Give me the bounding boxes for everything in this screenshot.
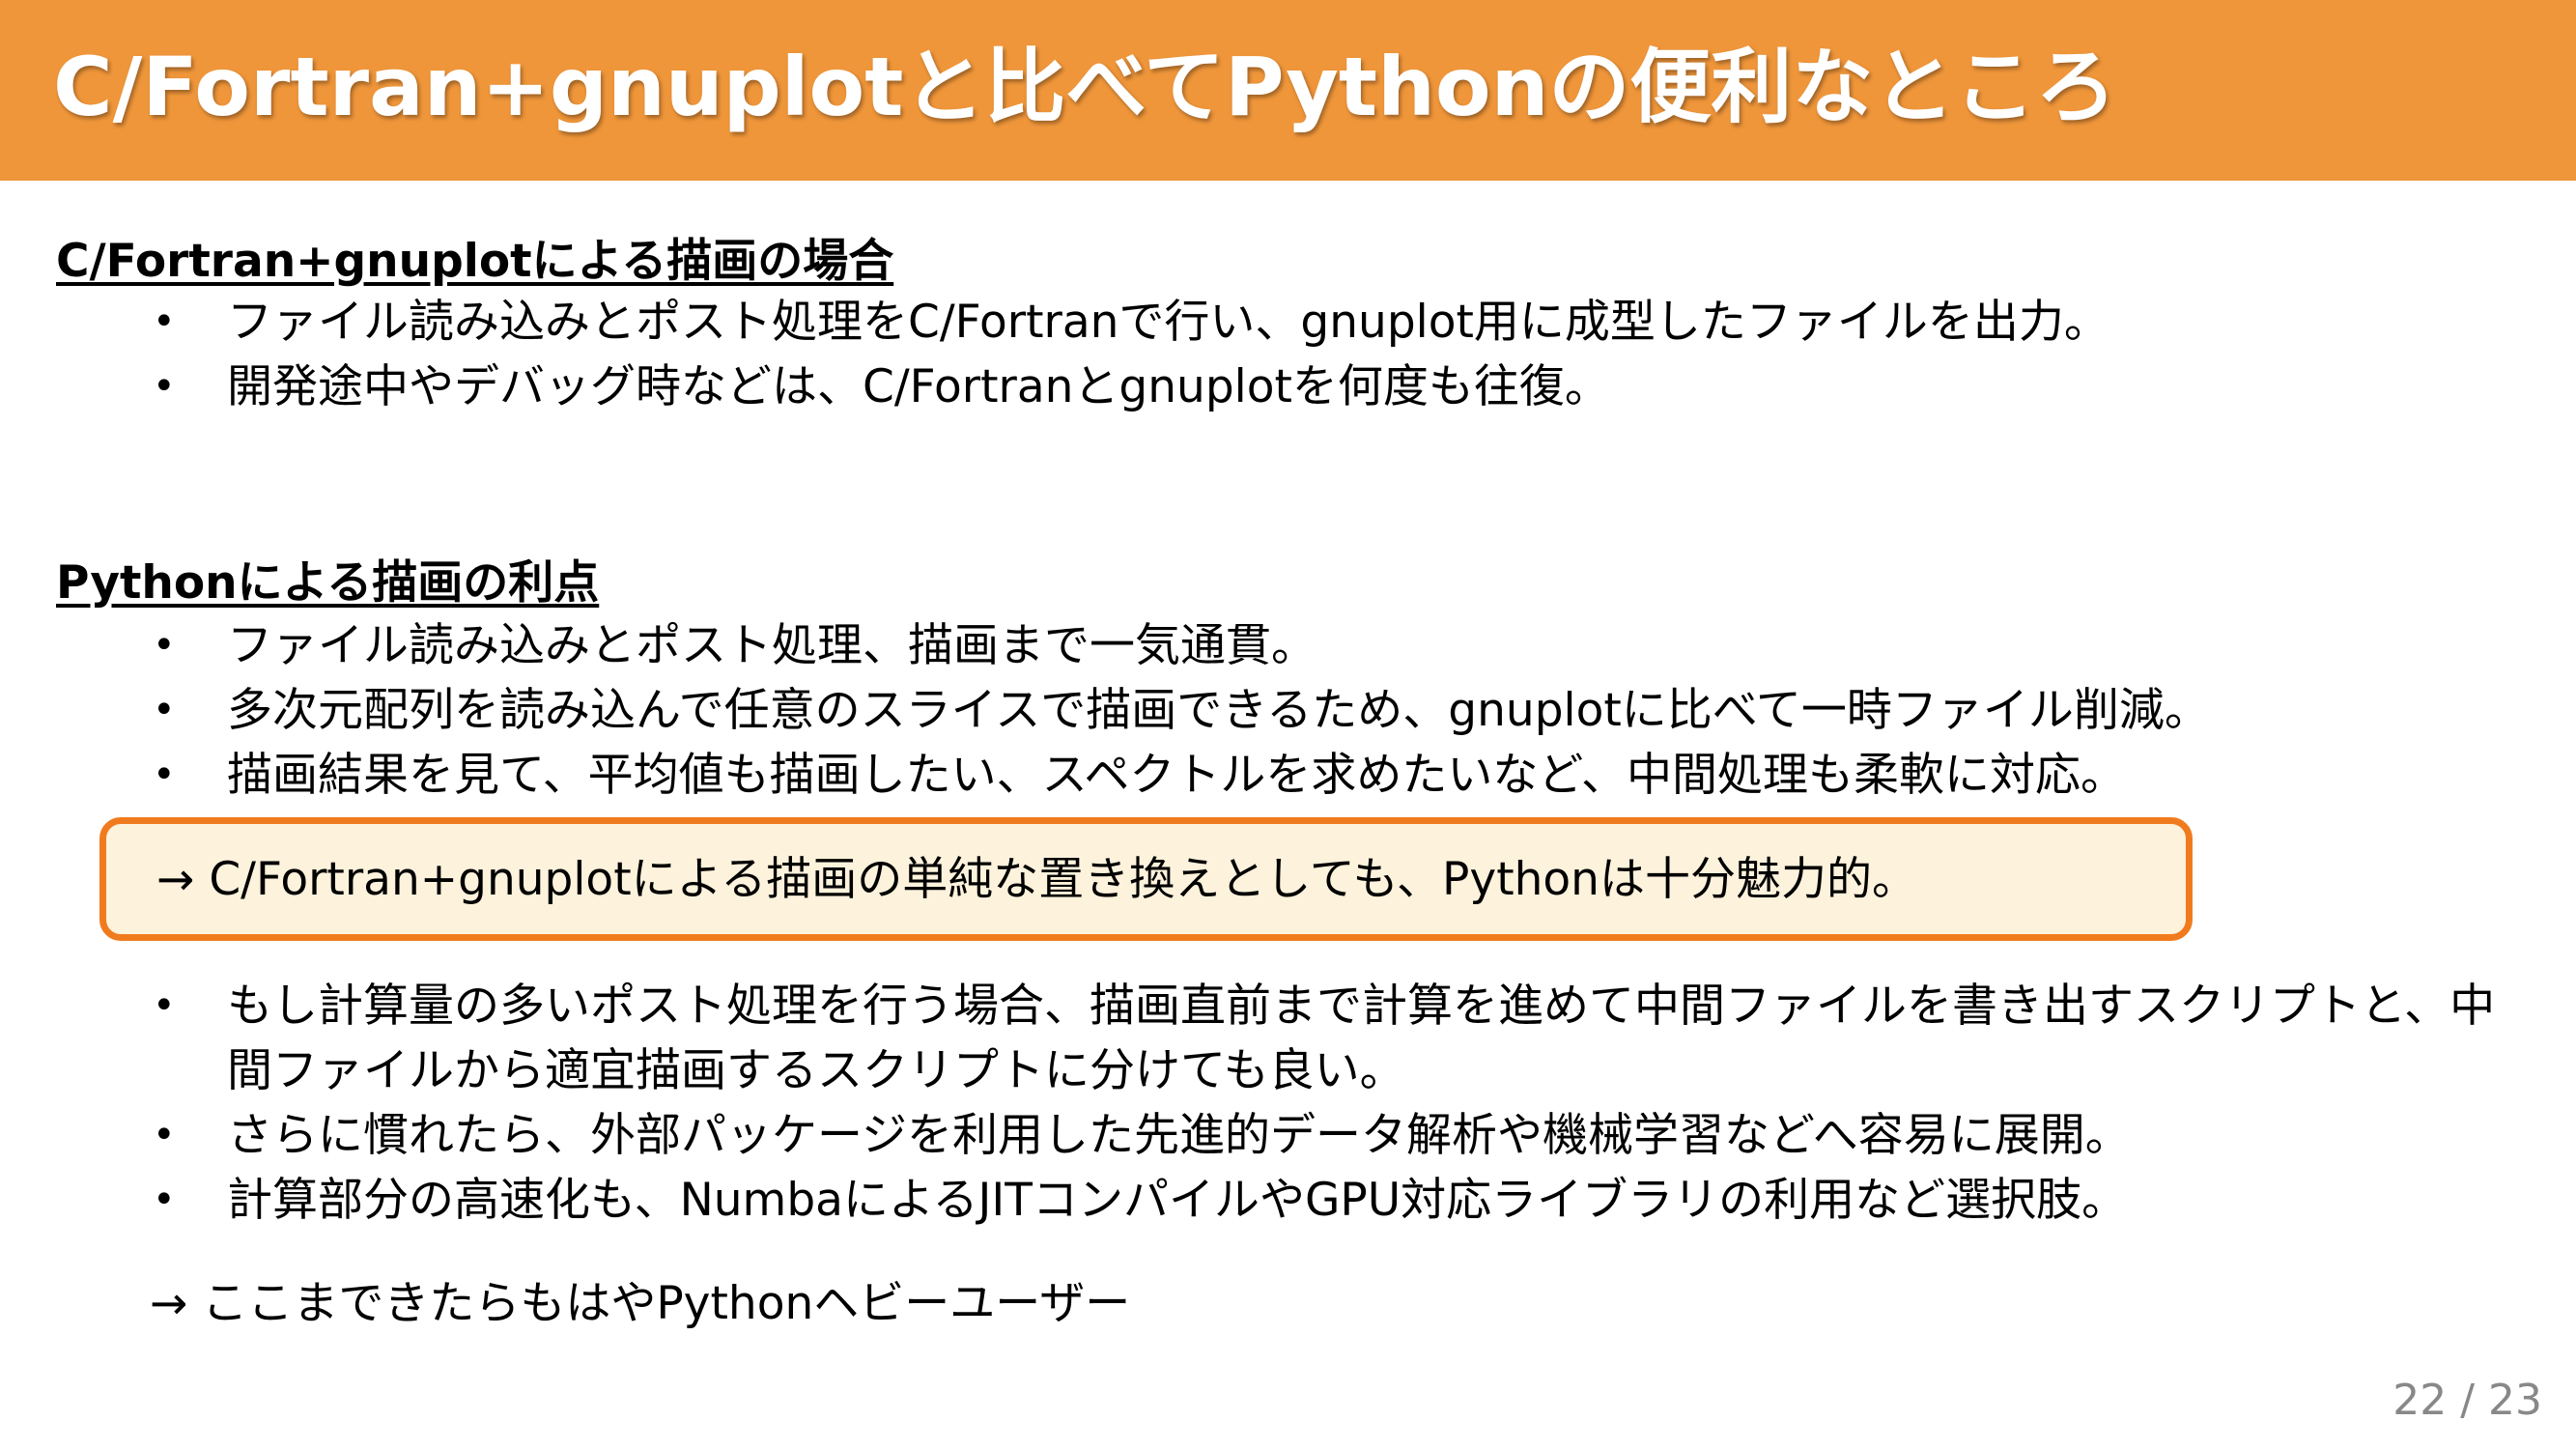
page-number: 22 / 23 xyxy=(2392,1376,2542,1425)
bullet-list-c-fortran: • ファイル読み込みとポスト処理をC/Fortranで行い、gnuplot用に成… xyxy=(145,290,2109,419)
bullet-icon: • xyxy=(153,623,176,668)
list-item: • 多次元配列を読み込んで任意のスライスで描画できるため、gnuplotに比べて… xyxy=(145,678,2210,743)
title-bar: C/Fortran+gnuplotと比べてPythonの便利なところ xyxy=(0,0,2576,181)
bullet-text: 計算部分の高速化も、NumbaによるJITコンパイルやGPU対応ライブラリの利用… xyxy=(227,1174,2128,1227)
bullet-icon: • xyxy=(153,983,176,1028)
conclusion-text: → ここまできたらもはやPythonヘビーユーザー xyxy=(150,1277,1131,1330)
list-item: • さらに慣れたら、外部パッケージを利用した先進的データ解析や機械学習などへ容易… xyxy=(145,1103,2535,1168)
bullet-text: もし計算量の多いポスト処理を行う場合、描画直前まで計算を進めて中間ファイルを書き… xyxy=(227,980,2496,1097)
list-item: • ファイル読み込みとポスト処理、描画まで一気通貫。 xyxy=(145,613,2210,678)
list-item: • 計算部分の高速化も、NumbaによるJITコンパイルやGPU対応ライブラリの… xyxy=(145,1168,2535,1233)
list-item: • もし計算量の多いポスト処理を行う場合、描画直前まで計算を進めて中間ファイルを… xyxy=(145,974,2535,1103)
bullet-icon: • xyxy=(153,1178,176,1222)
callout-text: → C/Fortran+gnuplotによる描画の単純な置き換えとしても、Pyt… xyxy=(156,853,1917,906)
bullet-text: ファイル読み込みとポスト処理、描画まで一気通貫。 xyxy=(227,619,1316,672)
bullet-icon: • xyxy=(153,753,176,797)
bullet-icon: • xyxy=(153,299,176,344)
section-heading-c-fortran: C/Fortran+gnuplotによる描画の場合 xyxy=(56,235,894,288)
bullet-text: さらに慣れたら、外部パッケージを利用した先進的データ解析や機械学習などへ容易に展… xyxy=(227,1109,2131,1162)
bullet-icon: • xyxy=(153,688,176,732)
bullet-text: ファイル読み込みとポスト処理をC/Fortranで行い、gnuplot用に成型し… xyxy=(227,296,2109,349)
bullet-icon: • xyxy=(153,364,176,409)
list-item: • ファイル読み込みとポスト処理をC/Fortranで行い、gnuplot用に成… xyxy=(145,290,2109,355)
list-item: • 描画結果を見て、平均値も描画したい、スペクトルを求めたいなど、中間処理も柔軟… xyxy=(145,743,2210,808)
slide-title: C/Fortran+gnuplotと比べてPythonの便利なところ xyxy=(53,40,2117,134)
list-item: • 開発途中やデバッグ時などは、C/Fortranとgnuplotを何度も往復。 xyxy=(145,355,2109,419)
section-heading-python: Pythonによる描画の利点 xyxy=(56,556,600,610)
bullet-text: 開発途中やデバッグ時などは、C/Fortranとgnuplotを何度も往復。 xyxy=(227,360,1610,413)
bullet-text: 多次元配列を読み込んで任意のスライスで描画できるため、gnuplotに比べて一時… xyxy=(227,684,2210,737)
bullet-text: 描画結果を見て、平均値も描画したい、スペクトルを求めたいなど、中間処理も柔軟に対… xyxy=(227,749,2127,802)
bullet-list-advanced: • もし計算量の多いポスト処理を行う場合、描画直前まで計算を進めて中間ファイルを… xyxy=(145,974,2535,1233)
callout-box: → C/Fortran+gnuplotによる描画の単純な置き換えとしても、Pyt… xyxy=(99,817,2193,941)
bullet-icon: • xyxy=(153,1113,176,1157)
bullet-list-python: • ファイル読み込みとポスト処理、描画まで一気通貫。 • 多次元配列を読み込んで… xyxy=(145,613,2210,808)
